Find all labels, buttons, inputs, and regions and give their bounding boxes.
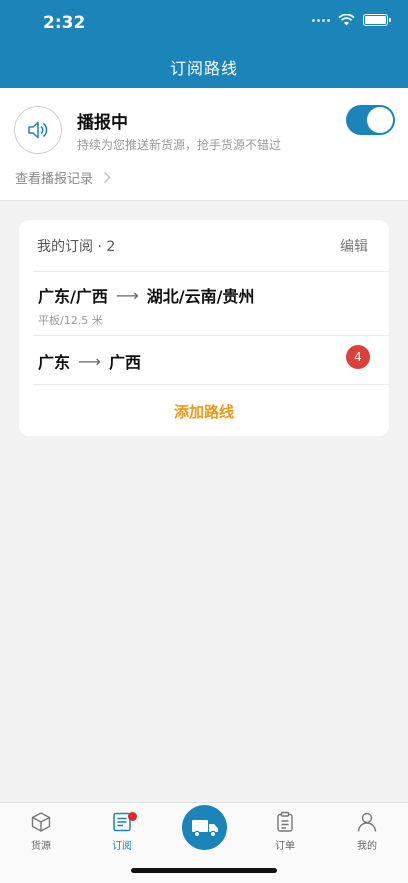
route-destination: 湖北/云南/贵州 — [146, 287, 255, 306]
tab-label: 我的 — [357, 841, 377, 852]
tab-subscribe[interactable]: 订阅 — [92, 811, 152, 852]
signal-icon — [312, 18, 330, 22]
tab-label: 订阅 — [112, 841, 132, 852]
arrow-icon: ⟶ — [78, 351, 101, 371]
divider — [33, 271, 389, 272]
broadcast-history-label: 查看播报记录 — [15, 172, 94, 187]
speaker-icon — [14, 106, 62, 154]
tab-orders[interactable]: 订单 — [255, 811, 315, 852]
box-icon — [31, 812, 51, 832]
page-title: 订阅路线 — [169, 59, 238, 78]
home-indicator — [131, 868, 277, 873]
new-count-badge: 4 — [346, 345, 370, 369]
route-origin: 广东 — [38, 353, 71, 372]
chevron-right-icon — [103, 171, 111, 184]
truck-icon — [191, 819, 218, 837]
broadcast-subtitle: 持续为您推送新货源，抢手货源不错过 — [77, 138, 282, 152]
user-icon — [357, 812, 377, 832]
divider — [33, 384, 389, 385]
wifi-icon — [338, 14, 355, 26]
broadcast-panel: 播报中 持续为您推送新货源，抢手货源不错过 查看播报记录 — [0, 88, 408, 201]
tab-label: 订单 — [275, 841, 295, 852]
edit-button[interactable]: 编辑 — [340, 236, 368, 256]
route-item-1[interactable]: 广东/广西 ⟶ 湖北/云南/贵州 — [38, 283, 255, 307]
route-destination: 广西 — [108, 353, 141, 372]
broadcast-history-link[interactable]: 查看播报记录 — [15, 168, 111, 187]
route-item-2[interactable]: 广东 ⟶ 广西 — [38, 349, 141, 373]
subscription-card: 我的订阅 · 2 编辑 广东/广西 ⟶ 湖北/云南/贵州 平板/12.5 米 广… — [19, 220, 389, 436]
arrow-icon: ⟶ — [115, 285, 139, 305]
divider — [33, 335, 389, 336]
tab-profile[interactable]: 我的 — [337, 811, 397, 852]
truck-button[interactable] — [182, 805, 227, 850]
status-time: 2:32 — [43, 13, 86, 33]
app-header: 2:32 订阅路线 — [0, 0, 408, 88]
route-origin: 广东/广西 — [38, 287, 108, 306]
status-icons — [312, 14, 391, 26]
toggle-knob — [367, 107, 393, 133]
broadcast-toggle[interactable] — [346, 105, 395, 135]
route-detail: 平板/12.5 米 — [38, 314, 103, 327]
broadcast-title: 播报中 — [77, 113, 128, 133]
clipboard-icon — [277, 811, 293, 832]
tab-cargo[interactable]: 货源 — [11, 811, 71, 852]
notification-dot — [128, 812, 137, 821]
subscription-count: 我的订阅 · 2 — [37, 239, 116, 255]
tab-label: 货源 — [31, 841, 51, 852]
add-route-button[interactable]: 添加路线 — [19, 401, 389, 422]
battery-icon — [363, 14, 391, 26]
